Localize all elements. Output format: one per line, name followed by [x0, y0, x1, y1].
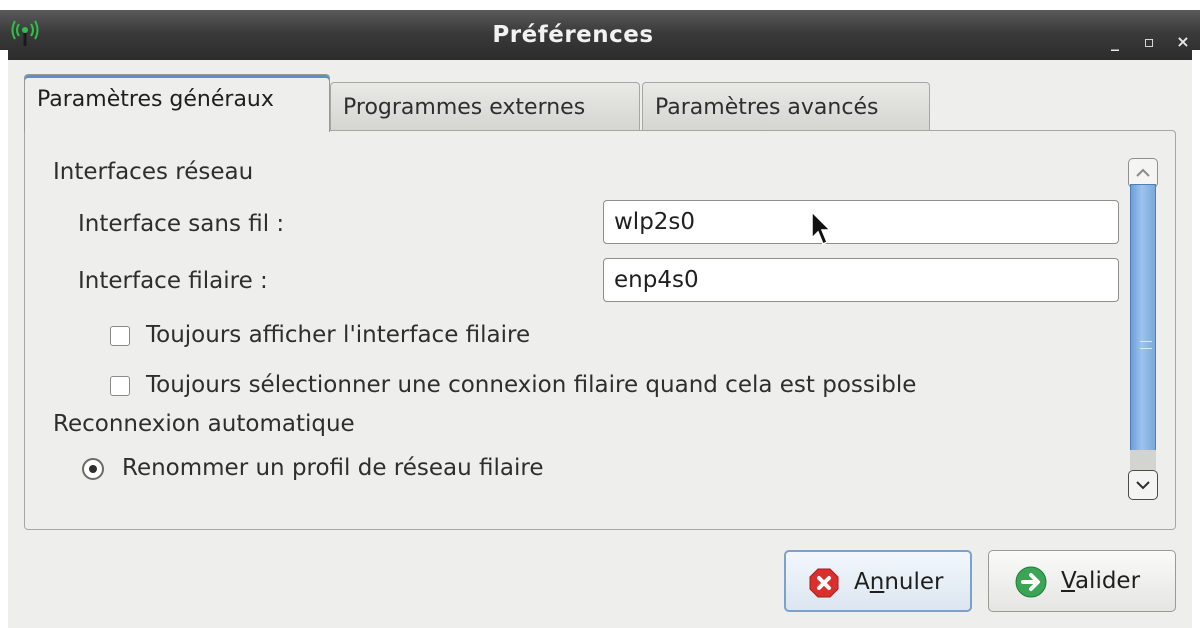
cancel-button[interactable]: Annuler: [784, 550, 972, 612]
mouse-cursor-icon: [811, 210, 832, 246]
ok-label-rest: alider: [1074, 568, 1141, 594]
tab-bar: Paramètres généraux Programmes externes …: [18, 74, 1188, 132]
cancel-x-icon: [809, 568, 839, 598]
window-right-border: [1192, 50, 1200, 628]
cancel-mnemonic: n: [869, 569, 885, 595]
chevron-down-icon: [1136, 481, 1150, 490]
network-interfaces-heading: Interfaces réseau: [53, 159, 254, 185]
maximize-button[interactable]: ▫: [1138, 31, 1160, 53]
ok-mnemonic: V: [1061, 568, 1075, 594]
wireless-interface-input[interactable]: wlp2s0: [603, 200, 1119, 244]
auto-reconnect-heading: Reconnexion automatique: [53, 411, 355, 437]
cancel-label-part: A: [854, 569, 870, 595]
scroll-down-button[interactable]: [1128, 470, 1158, 500]
close-button[interactable]: ×: [1172, 31, 1194, 53]
tab-advanced-settings[interactable]: Paramètres avancés: [642, 82, 930, 132]
wireless-interface-label: Interface sans fil :: [78, 211, 285, 237]
wired-interface-label: Interface filaire :: [78, 268, 268, 294]
tab-general-settings[interactable]: Paramètres généraux: [24, 74, 330, 132]
ok-button-label: Valider: [1061, 551, 1140, 611]
cancel-button-label: Annuler: [854, 552, 943, 612]
window-left-border: [0, 50, 8, 628]
vertical-scrollbar[interactable]: [1128, 158, 1158, 500]
cancel-label-rest: nuler: [884, 569, 944, 595]
always-select-wired-checkbox[interactable]: [110, 376, 130, 396]
always-show-wired-label[interactable]: Toujours afficher l'interface filaire: [146, 320, 530, 350]
title-bar[interactable]: Préférences _ ▫ ×: [0, 10, 1200, 60]
ok-arrow-icon: [1015, 566, 1047, 598]
tab-external-programs[interactable]: Programmes externes: [330, 82, 640, 132]
window-title: Préférences: [492, 22, 654, 48]
wired-interface-input[interactable]: enp4s0: [603, 258, 1119, 302]
rename-profile-label[interactable]: Renommer un profil de réseau filaire: [122, 453, 544, 483]
always-select-wired-label[interactable]: Toujours sélectionner une connexion fila…: [146, 370, 916, 400]
ok-button[interactable]: Valider: [988, 550, 1176, 612]
scrollbar-grip: [1140, 341, 1152, 349]
radio-selected-dot: [89, 465, 97, 473]
scrollbar-track[interactable]: [1130, 450, 1156, 470]
rename-profile-radio[interactable]: [82, 458, 104, 480]
always-show-wired-checkbox[interactable]: [110, 326, 130, 346]
preferences-window: Préférences _ ▫ × Paramètres généraux Pr…: [0, 0, 1200, 628]
chevron-up-icon: [1136, 168, 1150, 177]
scrollbar-thumb[interactable]: [1130, 184, 1156, 470]
minimize-button[interactable]: _: [1104, 31, 1126, 53]
